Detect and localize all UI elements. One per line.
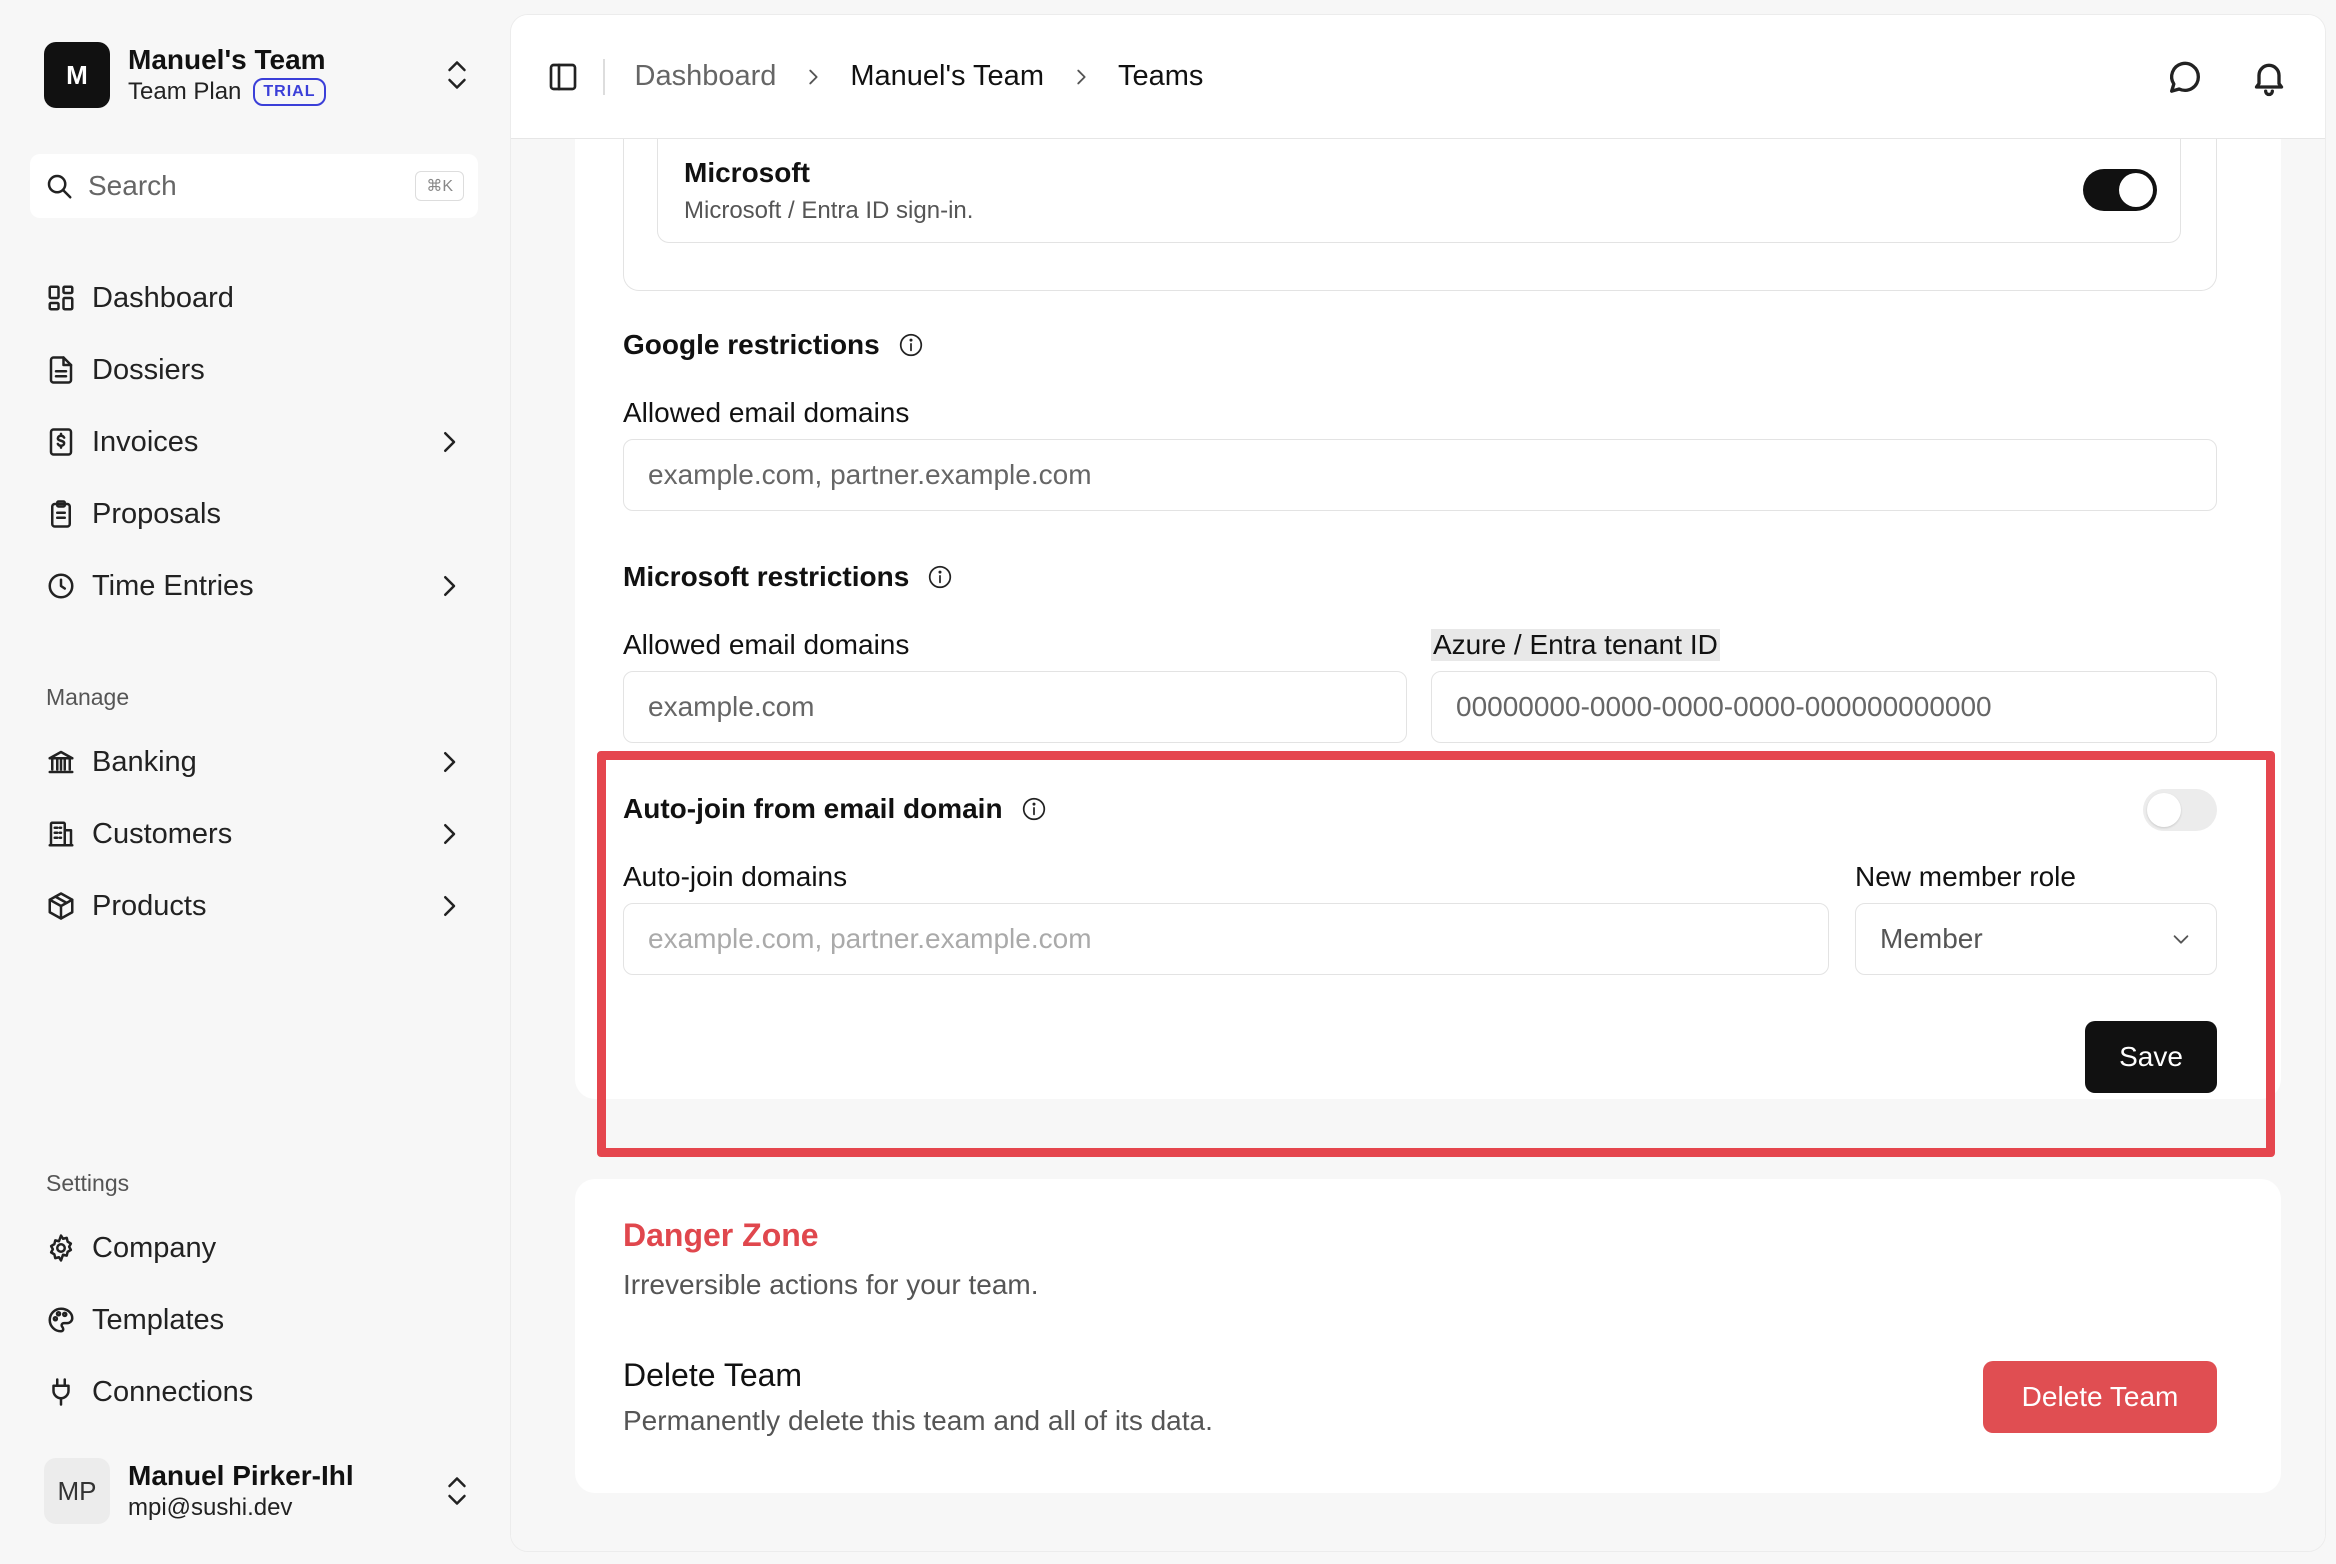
google-domains-label: Allowed email domains (623, 397, 910, 428)
breadcrumb-current: Teams (1117, 60, 1204, 92)
provider-description: Microsoft / Entra ID sign-in. (684, 197, 974, 224)
nav-item-banking[interactable]: Banking (30, 726, 480, 798)
main-nav: Dashboard Dossiers Invoices Proposals Ti… (30, 262, 480, 622)
microsoft-restrictions-heading: Microsoft restrictions (623, 561, 953, 593)
clock-icon (48, 573, 74, 599)
section-label-settings: Settings (46, 1170, 130, 1196)
microsoft-domains-input[interactable]: example.com (623, 671, 1407, 743)
search-icon (47, 174, 72, 199)
chat-icon[interactable] (2165, 57, 2205, 97)
delete-team-description: Permanently delete this team and all of … (623, 1405, 1213, 1436)
member-role-select[interactable]: Member (1855, 903, 2217, 975)
section-label-manage: Manage (46, 684, 130, 710)
chevron-right-icon (444, 432, 456, 452)
chevron-right-icon (444, 896, 456, 916)
plug-icon (52, 1378, 70, 1406)
provider-title: Microsoft (684, 157, 810, 188)
chevron-right-icon (444, 824, 456, 844)
autojoin-heading: Auto-join from email domain (623, 793, 1047, 825)
manage-nav: Banking Customers Products (30, 726, 480, 942)
microsoft-enabled-toggle[interactable] (2083, 169, 2157, 211)
user-email: mpi@sushi.dev (128, 1494, 293, 1521)
autojoin-toggle[interactable] (2143, 789, 2217, 831)
provider-microsoft: Microsoft Microsoft / Entra ID sign-in. (657, 139, 2181, 243)
danger-zone-title: Danger Zone (623, 1217, 819, 1253)
nav-item-products[interactable]: Products (30, 870, 480, 942)
search-shortcut: ⌘K (415, 171, 464, 201)
nav-item-templates[interactable]: Templates (30, 1284, 480, 1356)
breadcrumb: Dashboard Manuel's Team Teams (635, 60, 2122, 93)
bank-icon (48, 750, 74, 774)
chevron-right-icon (444, 576, 456, 596)
delete-team-title: Delete Team (623, 1357, 803, 1393)
nav-item-dossiers[interactable]: Dossiers (30, 334, 480, 406)
bell-icon[interactable] (2249, 57, 2289, 97)
building-icon (48, 821, 74, 847)
tenant-id-label: Azure / Entra tenant ID (1431, 629, 1720, 661)
breadcrumb-dashboard[interactable]: Dashboard (635, 60, 777, 93)
chevron-right-icon (809, 69, 818, 84)
chevron-right-icon (444, 752, 456, 772)
microsoft-domains-label: Allowed email domains (623, 629, 910, 660)
clipboard-icon (51, 500, 71, 528)
chevron-down-icon (2173, 935, 2189, 944)
palette-icon (48, 1307, 74, 1333)
nav-item-proposals[interactable]: Proposals (30, 478, 480, 550)
nav-item-time-entries[interactable]: Time Entries (30, 550, 480, 622)
member-role-label: New member role (1855, 861, 2076, 892)
trial-badge: TRIAL (253, 78, 326, 106)
autojoin-domains-label: Auto-join domains (623, 861, 848, 892)
team-logo: M (44, 42, 110, 108)
team-name: Manuel's Team (128, 44, 326, 75)
nav-item-invoices[interactable]: Invoices (30, 406, 480, 478)
team-switcher[interactable]: M Manuel's Team Team Plan TRIAL (44, 40, 472, 110)
nav-item-customers[interactable]: Customers (30, 798, 480, 870)
nav-item-dashboard[interactable]: Dashboard (30, 262, 480, 334)
chevrons-up-down-icon (448, 61, 466, 89)
avatar: MP (44, 1458, 110, 1524)
chevron-right-icon (1077, 69, 1086, 84)
tenant-id-input[interactable]: 00000000-0000-0000-0000-000000000000 (1431, 671, 2217, 743)
info-icon[interactable] (898, 332, 924, 358)
content-area: Microsoft Microsoft / Entra ID sign-in. … (511, 99, 2325, 1551)
invoice-icon (49, 428, 73, 456)
top-bar: Dashboard Manuel's Team Teams (511, 15, 2325, 139)
sidebar: M Manuel's Team Team Plan TRIAL Search ⌘… (0, 0, 510, 1564)
chevrons-up-down-icon (448, 1477, 466, 1505)
google-restrictions-heading: Google restrictions (623, 329, 924, 361)
user-name: Manuel Pirker-Ihl (128, 1460, 354, 1491)
search-label: Search (88, 170, 177, 201)
nav-item-company[interactable]: Company (30, 1212, 480, 1284)
breadcrumb-team[interactable]: Manuel's Team (850, 60, 1044, 93)
nav-item-connections[interactable]: Connections (30, 1356, 480, 1428)
delete-team-button[interactable]: Delete Team (1983, 1361, 2217, 1433)
member-role-value: Member (1880, 923, 1983, 954)
box-icon (48, 892, 74, 920)
autojoin-domains-input[interactable]: example.com, partner.example.com (623, 903, 1829, 975)
divider (603, 58, 605, 95)
danger-zone-description: Irreversible actions for your team. (623, 1269, 1039, 1300)
info-icon[interactable] (1021, 796, 1047, 822)
dashboard-icon (48, 285, 74, 311)
user-menu[interactable]: MP Manuel Pirker-Ihl mpi@sushi.dev (44, 1456, 472, 1526)
main-panel: Dashboard Manuel's Team Teams Microsoft … (510, 14, 2326, 1552)
search-input[interactable]: Search ⌘K (30, 154, 478, 218)
save-button[interactable]: Save (2085, 1021, 2217, 1093)
danger-zone-card (575, 1179, 2281, 1493)
file-icon (49, 356, 73, 384)
google-domains-input[interactable]: example.com, partner.example.com (623, 439, 2217, 511)
sidebar-toggle-icon[interactable] (547, 61, 579, 93)
team-plan: Team Plan (128, 78, 242, 105)
gear-icon (49, 1234, 73, 1262)
settings-nav: Company Templates Connections (30, 1212, 480, 1428)
info-icon[interactable] (927, 564, 953, 590)
